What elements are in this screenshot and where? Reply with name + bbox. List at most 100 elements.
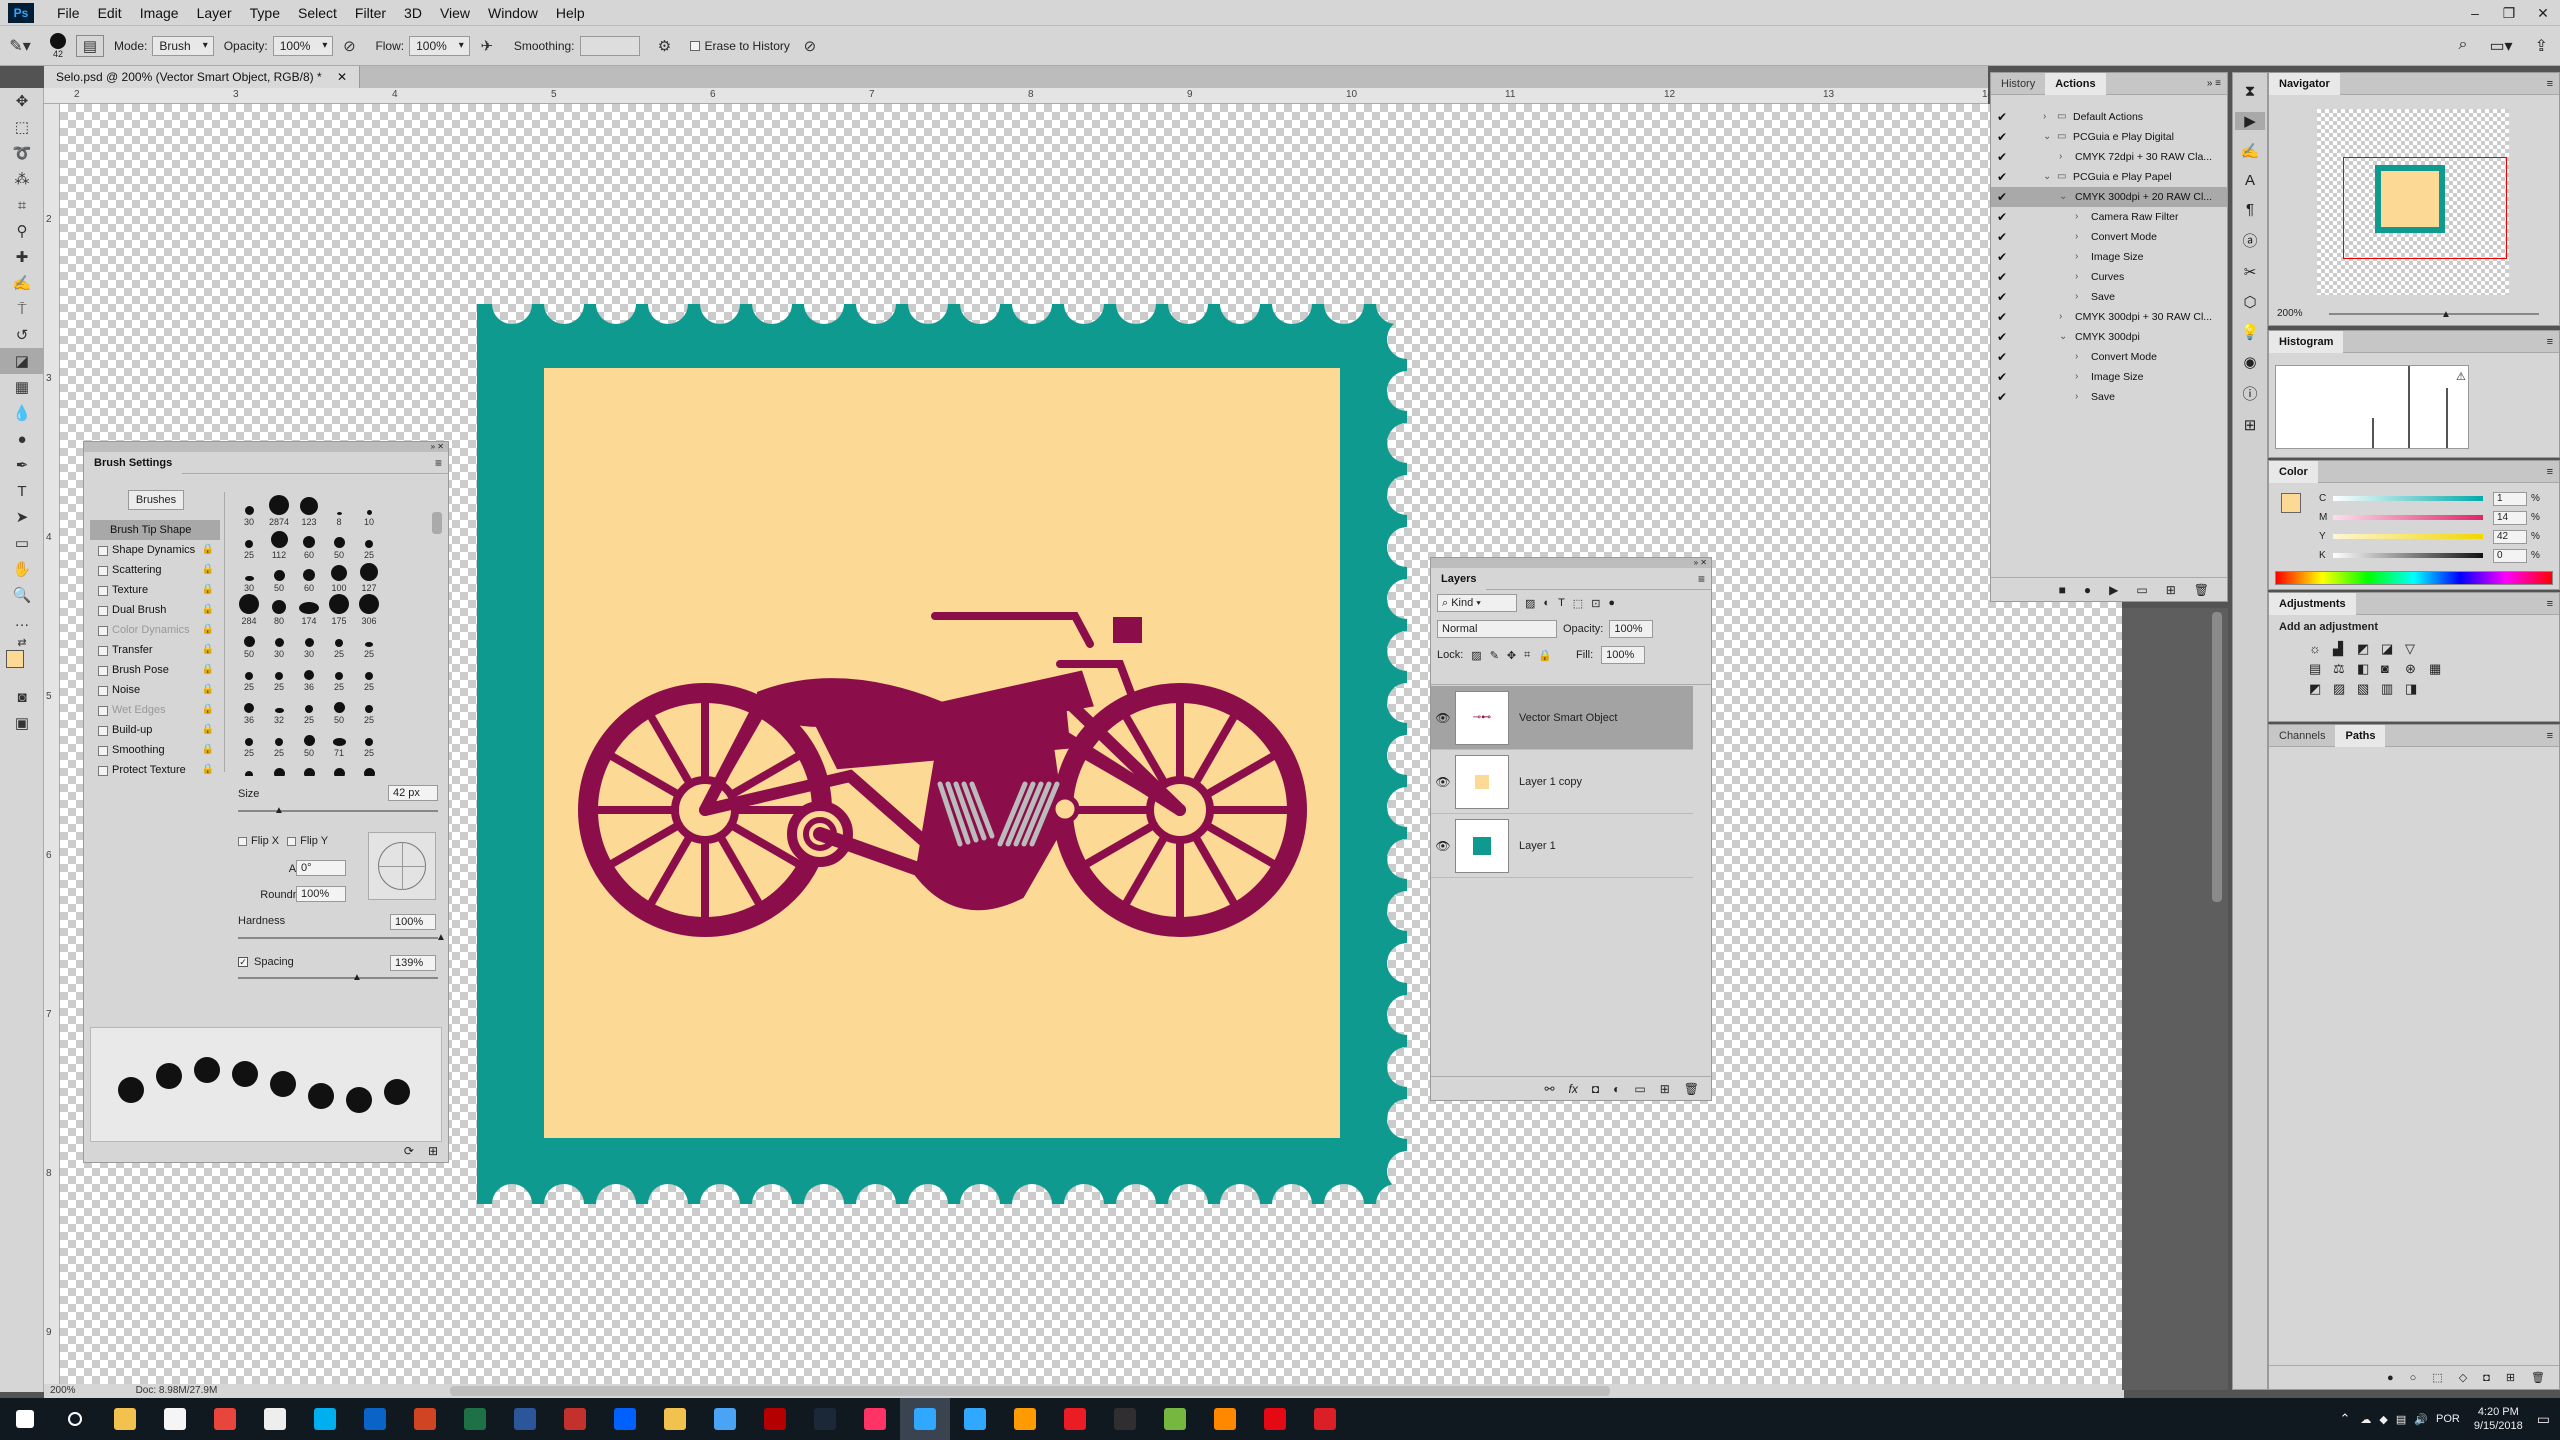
action-row[interactable]: ✔ › Save — [1991, 387, 2227, 407]
taskbar-steam-icon[interactable] — [800, 1398, 850, 1440]
chevron-down-icon[interactable]: ⌄ — [2059, 187, 2067, 207]
erase-to-history-checkbox[interactable] — [689, 40, 700, 51]
layer-row[interactable]: 👁 Layer 1 — [1431, 814, 1693, 878]
taskbar-netflix-icon[interactable] — [1250, 1398, 1300, 1440]
brush-tip[interactable]: 8 — [324, 494, 354, 527]
brush-tip[interactable]: 50 — [324, 758, 354, 776]
action-row[interactable]: ✔ ⌄ ▭ PCGuia e Play Digital — [1991, 127, 2227, 147]
angle-field[interactable]: 0° — [296, 860, 346, 876]
taskbar-obs-icon[interactable] — [1100, 1398, 1150, 1440]
3d-icon[interactable]: ⬡ — [2243, 293, 2256, 311]
lock-icon[interactable]: 🔒 — [202, 600, 214, 620]
brush-setting-color-dynamics[interactable]: Color Dynamics 🔒 — [90, 620, 220, 640]
quick-mask-icon[interactable]: ◙ — [0, 684, 44, 710]
channel-slider[interactable] — [2333, 496, 2483, 501]
layers-tab[interactable]: Layers — [1431, 567, 1487, 590]
action-row[interactable]: ✔ ⌄ ▭ PCGuia e Play Papel — [1991, 167, 2227, 187]
check-icon[interactable]: ✔ — [1997, 187, 2007, 207]
adjustments-tab[interactable]: Adjustments — [2269, 592, 2356, 615]
color-balance-icon[interactable]: ⚖ — [2333, 661, 2357, 677]
hue-saturation-icon[interactable]: ▤ — [2309, 661, 2333, 677]
brush-tip[interactable]: 50 — [324, 692, 354, 725]
layer-filter-select[interactable]: ⌕ Kind ▾ — [1437, 594, 1517, 612]
hardness-slider-handle[interactable]: ▲ — [436, 932, 446, 943]
document-tab[interactable]: Selo.psd @ 200% (Vector Smart Object, RG… — [44, 66, 361, 88]
taskbar-outlook-icon[interactable] — [350, 1398, 400, 1440]
brush-setting-brush-pose[interactable]: Brush Pose 🔒 — [90, 660, 220, 680]
new-action-icon[interactable]: ⊞ — [2166, 583, 2176, 597]
color-lookup-icon[interactable]: ▦ — [2429, 661, 2453, 677]
layer-row[interactable]: 👁 ⊸⊷ Vector Smart Object — [1431, 686, 1693, 750]
brush-setting-build-up[interactable]: Build-up 🔒 — [90, 720, 220, 740]
move-tool-icon[interactable]: ✥ — [0, 88, 44, 114]
lock-icon[interactable]: 🔒 — [202, 540, 214, 560]
airbrush-icon[interactable]: ✈ — [470, 37, 504, 55]
gradient-map-icon[interactable]: ▥ — [2381, 681, 2405, 697]
tab-channels[interactable]: Channels — [2269, 725, 2335, 747]
brush-tip-grid[interactable]: 30 2874 123 8 10 25 112 60 50 25 30 50 60 100 127 284 80… — [234, 494, 384, 776]
photo-filter-icon[interactable]: ◙ — [2381, 661, 2405, 677]
brush-tip[interactable]: 25 — [354, 725, 384, 758]
taskbar-utorrent-icon[interactable] — [1150, 1398, 1200, 1440]
size-field[interactable]: 42 px — [388, 785, 438, 801]
taskbar-illustrator-icon[interactable] — [1000, 1398, 1050, 1440]
brush-tip[interactable]: 25 — [354, 527, 384, 560]
chevron-down-icon[interactable]: ⌄ — [2043, 167, 2051, 187]
brush-tip[interactable]: 50 — [294, 725, 324, 758]
brush-setting-protect-texture[interactable]: Protect Texture 🔒 — [90, 760, 220, 780]
onedrive-tray-icon[interactable]: ☁ — [2360, 1413, 2371, 1426]
stroke-path-icon[interactable]: ○ — [2410, 1372, 2417, 1384]
taskbar-photoshop-icon[interactable] — [900, 1398, 950, 1440]
filter-pixel-icon[interactable]: ▨ — [1525, 597, 1535, 610]
share-icon[interactable]: ⇪ — [2535, 36, 2548, 56]
eraser-tool-icon[interactable]: ◪ — [0, 348, 44, 374]
brush-settings-icon[interactable]: ✍ — [2241, 142, 2260, 160]
glyphs-icon[interactable]: ⓐ — [2242, 230, 2257, 251]
lock-position-icon[interactable]: ✥ — [1507, 649, 1516, 662]
navigator-view-box[interactable] — [2343, 157, 2507, 259]
fx-icon[interactable]: fx — [1569, 1082, 1578, 1096]
stop-icon[interactable]: ■ — [2059, 583, 2066, 597]
chevron-right-icon[interactable]: › — [2075, 267, 2078, 287]
brush-setting-scattering[interactable]: Scattering 🔒 — [90, 560, 220, 580]
lock-image-icon[interactable]: ✎ — [1490, 649, 1499, 662]
invert-icon[interactable]: ◩ — [2309, 681, 2333, 697]
chevron-right-icon[interactable]: › — [2075, 227, 2078, 247]
brush-tip[interactable]: 30 — [234, 560, 264, 593]
channel-value[interactable]: 1 — [2493, 491, 2527, 506]
taskbar-search-icon[interactable] — [50, 1398, 100, 1440]
brush-tip[interactable]: 174 — [294, 593, 324, 626]
channel-slider[interactable] — [2333, 553, 2483, 558]
brush-tip[interactable]: 123 — [294, 494, 324, 527]
check-icon[interactable]: ✔ — [1997, 227, 2007, 247]
network-icon[interactable]: ▤ — [2396, 1413, 2406, 1426]
opacity-select[interactable]: 100% — [272, 35, 334, 56]
action-row[interactable]: ✔ › Convert Mode — [1991, 347, 2227, 367]
search-icon[interactable]: ⌕ — [2458, 36, 2467, 56]
magic-wand-tool-icon[interactable]: ⁂ — [0, 166, 44, 192]
add-mask-icon[interactable]: ◘ — [2483, 1372, 2490, 1384]
brush-setting-wet-edges[interactable]: Wet Edges 🔒 — [90, 700, 220, 720]
check-icon[interactable]: ✔ — [1997, 207, 2007, 227]
brush-tip[interactable]: 25 — [234, 758, 264, 776]
taskbar-chrome-icon[interactable] — [200, 1398, 250, 1440]
navigator-zoom[interactable]: 200% — [2277, 308, 2303, 319]
brush-tip[interactable]: 50 — [264, 758, 294, 776]
brush-tip[interactable]: 36 — [294, 659, 324, 692]
chevron-down-icon[interactable]: ⌄ — [2043, 127, 2051, 147]
blur-tool-icon[interactable]: 💧 — [0, 400, 44, 426]
action-row[interactable]: ✔ › Image Size — [1991, 367, 2227, 387]
brush-preset-picker[interactable]: 42 — [40, 32, 76, 59]
toggle-hard-proofing-icon[interactable]: ⟳ — [404, 1144, 414, 1158]
check-icon[interactable]: ✔ — [1997, 127, 2007, 147]
size-slider-handle[interactable]: ▲ — [274, 805, 284, 816]
new-path-icon[interactable]: ⊞ — [2506, 1371, 2515, 1384]
notifications-icon[interactable]: ▭ — [2537, 1411, 2550, 1428]
channel-value[interactable]: 42 — [2493, 529, 2527, 544]
exposure-icon[interactable]: ◪ — [2381, 641, 2405, 657]
brush-tip[interactable]: 284 — [234, 593, 264, 626]
delete-path-icon[interactable]: 🗑 — [2531, 1371, 2545, 1384]
brush-setting-brush-tip-shape[interactable]: Brush Tip Shape — [90, 520, 220, 540]
taskbar-start-icon[interactable] — [0, 1398, 50, 1440]
taskbar-dropbox-icon[interactable] — [600, 1398, 650, 1440]
